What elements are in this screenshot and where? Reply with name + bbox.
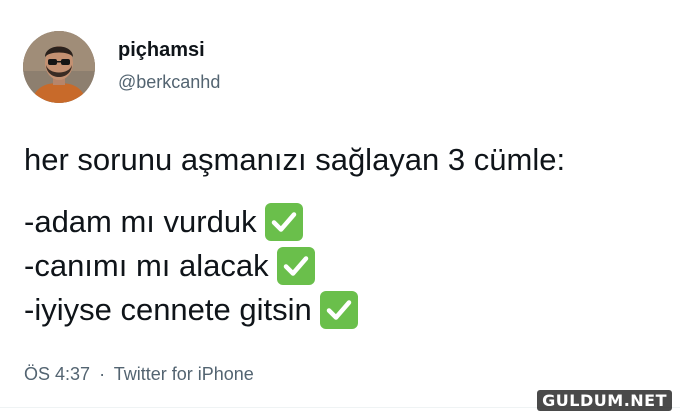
user-handle[interactable]: @berkcanhd bbox=[118, 71, 220, 93]
tweet-list-item: -canımı mı alacak bbox=[24, 244, 664, 288]
avatar-photo bbox=[23, 31, 95, 103]
tweet-timestamp[interactable]: ÖS 4:37 bbox=[24, 364, 90, 384]
check-mark-button-icon bbox=[264, 203, 303, 241]
meta-separator: · bbox=[99, 364, 106, 384]
tweet-list-item-text: -adam mı vurduk bbox=[24, 204, 257, 239]
tweet-intro-line: her sorunu aşmanızı sağlayan 3 cümle: bbox=[24, 142, 566, 177]
tweet-card: piçhamsi @berkcanhd her sorunu aşmanızı … bbox=[0, 0, 680, 417]
tweet-source[interactable]: Twitter for iPhone bbox=[114, 364, 254, 384]
tweet-list-item: -iyiyse cennete gitsin bbox=[24, 288, 664, 332]
tweet-text: her sorunu aşmanızı sağlayan 3 cümle: -a… bbox=[24, 138, 664, 332]
display-name[interactable]: piçhamsi bbox=[118, 38, 205, 62]
watermark: GULDUM.NET bbox=[537, 390, 672, 411]
tweet-meta: ÖS 4:37 · Twitter for iPhone bbox=[24, 362, 254, 386]
tweet-list-item-text: -iyiyse cennete gitsin bbox=[24, 292, 312, 327]
avatar[interactable] bbox=[23, 31, 95, 103]
check-mark-button-icon bbox=[276, 247, 315, 285]
check-mark-button-icon bbox=[319, 291, 358, 329]
tweet-list-item: -adam mı vurduk bbox=[24, 200, 664, 244]
tweet-list-item-text: -canımı mı alacak bbox=[24, 248, 269, 283]
